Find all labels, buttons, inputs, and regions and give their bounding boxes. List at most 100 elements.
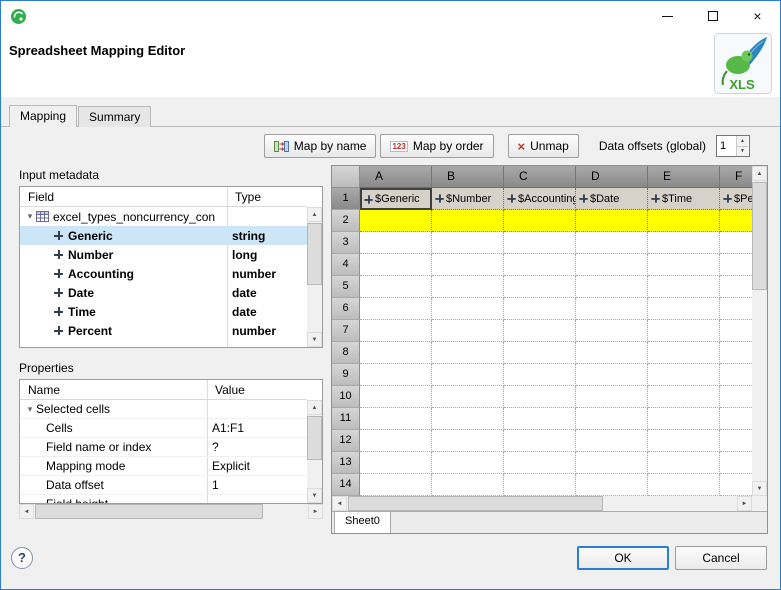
row-header[interactable]: 5: [332, 276, 360, 298]
maximize-button[interactable]: [690, 1, 735, 31]
grid-cell[interactable]: [720, 386, 752, 408]
grid-cell[interactable]: [360, 320, 432, 342]
grid-cell[interactable]: [432, 276, 504, 298]
grid-cell[interactable]: [720, 210, 752, 232]
grid-cell[interactable]: [432, 342, 504, 364]
grid-cell[interactable]: [648, 364, 720, 386]
grid-cell[interactable]: [504, 342, 576, 364]
grid-cell[interactable]: [360, 452, 432, 474]
scroll-down-icon[interactable]: ▼: [752, 481, 767, 496]
data-offsets-input[interactable]: [717, 136, 736, 156]
grid-cell[interactable]: [504, 298, 576, 320]
field-column-header[interactable]: Field: [20, 187, 227, 206]
row-header[interactable]: 4: [332, 254, 360, 276]
tree-expand-icon[interactable]: ▾: [24, 211, 36, 222]
grid-cell[interactable]: [504, 430, 576, 452]
scroll-left-icon[interactable]: ◄: [19, 504, 34, 519]
grid-cell[interactable]: [432, 210, 504, 232]
scroll-right-icon[interactable]: ►: [737, 496, 752, 511]
grid-corner-cell[interactable]: [332, 166, 360, 188]
grid-cell[interactable]: [360, 364, 432, 386]
property-row[interactable]: Cells A1:F1: [20, 419, 307, 438]
scroll-down-icon[interactable]: ▼: [307, 488, 322, 503]
grid-cell[interactable]: [576, 320, 648, 342]
grid-cell[interactable]: $Accounting: [504, 188, 576, 210]
grid-cell[interactable]: [576, 232, 648, 254]
grid-cell[interactable]: [576, 342, 648, 364]
property-row[interactable]: Field height: [20, 495, 307, 503]
grid-cell[interactable]: [648, 276, 720, 298]
column-header[interactable]: A: [360, 166, 432, 188]
row-header[interactable]: 12: [332, 430, 360, 452]
grid-cell[interactable]: [648, 320, 720, 342]
grid-cell[interactable]: [504, 210, 576, 232]
grid-cell[interactable]: [576, 430, 648, 452]
grid-cell[interactable]: [432, 232, 504, 254]
scroll-right-icon[interactable]: ►: [308, 504, 323, 519]
grid-cell[interactable]: $Number: [432, 188, 504, 210]
grid-cell[interactable]: [648, 298, 720, 320]
grid-cell[interactable]: [576, 474, 648, 496]
grid-cell[interactable]: [720, 364, 752, 386]
grid-cell[interactable]: [432, 430, 504, 452]
grid-cell[interactable]: [504, 408, 576, 430]
scroll-thumb[interactable]: [35, 504, 263, 519]
grid-cell[interactable]: [360, 254, 432, 276]
grid-cell[interactable]: [360, 342, 432, 364]
grid-cell[interactable]: [504, 474, 576, 496]
grid-cell[interactable]: [504, 232, 576, 254]
metadata-vertical-scrollbar[interactable]: ▲ ▼: [307, 207, 322, 347]
grid-cell[interactable]: [648, 254, 720, 276]
column-header[interactable]: C: [504, 166, 576, 188]
row-header[interactable]: 6: [332, 298, 360, 320]
grid-cell[interactable]: [648, 408, 720, 430]
grid-cell[interactable]: [432, 298, 504, 320]
grid-cell[interactable]: [720, 474, 752, 496]
grid-cell[interactable]: $Time: [648, 188, 720, 210]
grid-cell[interactable]: [576, 254, 648, 276]
grid-cell[interactable]: $Percent: [720, 188, 752, 210]
metadata-row[interactable]: Date date: [20, 283, 307, 302]
tab-mapping[interactable]: Mapping: [9, 105, 78, 127]
grid-cell[interactable]: [432, 474, 504, 496]
grid-cell[interactable]: [720, 276, 752, 298]
grid-cell[interactable]: $Date: [576, 188, 648, 210]
spinner-down-icon[interactable]: ▼: [737, 146, 748, 156]
grid-cell[interactable]: [432, 320, 504, 342]
scroll-thumb[interactable]: [307, 416, 322, 460]
metadata-row[interactable]: Generic string: [20, 226, 307, 245]
grid-cell[interactable]: [720, 408, 752, 430]
grid-cell[interactable]: [504, 254, 576, 276]
grid-cell[interactable]: [576, 408, 648, 430]
sheet-tab[interactable]: Sheet0: [334, 512, 391, 533]
grid-cell[interactable]: [360, 386, 432, 408]
grid-cell[interactable]: [432, 386, 504, 408]
properties-horizontal-scrollbar[interactable]: ◄ ►: [19, 504, 323, 519]
property-value[interactable]: ?: [207, 440, 307, 454]
grid-cell[interactable]: [576, 276, 648, 298]
row-header[interactable]: 2: [332, 210, 360, 232]
column-header[interactable]: B: [432, 166, 504, 188]
close-button[interactable]: ×: [735, 1, 780, 31]
column-header[interactable]: E: [648, 166, 720, 188]
grid-cell[interactable]: [648, 232, 720, 254]
row-header[interactable]: 1: [332, 188, 360, 210]
row-header[interactable]: 8: [332, 342, 360, 364]
row-header[interactable]: 3: [332, 232, 360, 254]
grid-cell[interactable]: [648, 474, 720, 496]
cancel-button[interactable]: Cancel: [675, 545, 767, 570]
help-button[interactable]: ?: [11, 546, 33, 569]
map-by-name-button[interactable]: Map by name: [263, 134, 377, 158]
scroll-up-icon[interactable]: ▲: [752, 166, 767, 181]
grid-cell[interactable]: [360, 276, 432, 298]
grid-cell[interactable]: [432, 254, 504, 276]
scroll-thumb[interactable]: [348, 496, 603, 511]
ok-button[interactable]: OK: [577, 545, 669, 570]
value-column-header[interactable]: Value: [207, 380, 245, 399]
grid-cell[interactable]: [720, 232, 752, 254]
row-header[interactable]: 10: [332, 386, 360, 408]
scroll-up-icon[interactable]: ▲: [307, 400, 322, 415]
metadata-root-row[interactable]: ▾ excel_types_noncurrency_con: [20, 207, 307, 226]
grid-cell[interactable]: [648, 452, 720, 474]
tree-collapse-icon[interactable]: ▾: [24, 404, 36, 415]
